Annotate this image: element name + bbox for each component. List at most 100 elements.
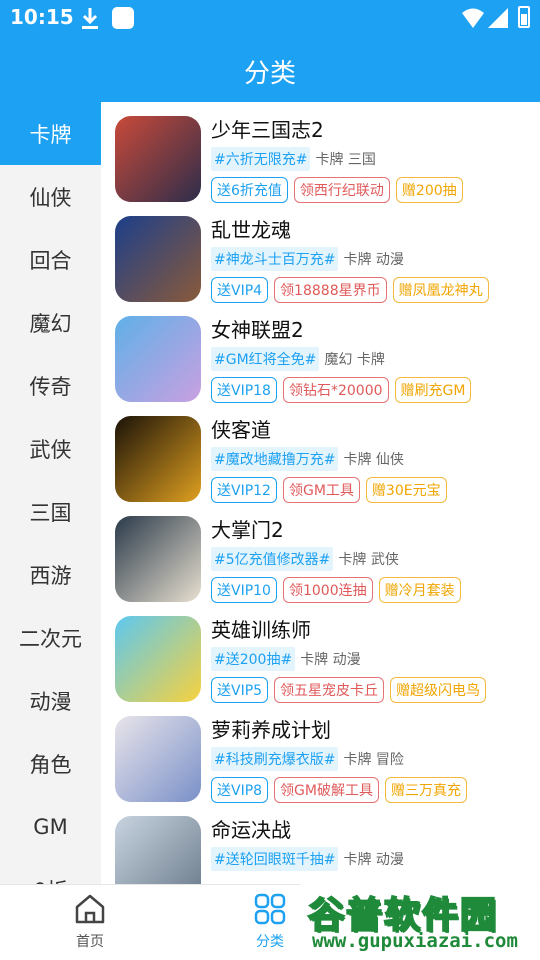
game-meta: #GM红将全免# 魔幻 卡牌 <box>211 347 385 371</box>
game-badge: 领钻石*20000 <box>282 377 389 403</box>
game-genre: 卡牌 动漫 <box>343 852 404 868</box>
game-meta: #魔改地藏撸万充# 卡牌 仙侠 <box>211 447 404 471</box>
sidebar-item[interactable]: 传奇 <box>0 354 101 417</box>
game-badges: 送VIP12 领GM工具 赠30E元宝 <box>211 477 453 503</box>
game-genre: 卡牌 三国 <box>315 152 376 168</box>
game-badges: 送VIP4 领18888星界币 赠凤凰龙神丸 <box>211 277 495 303</box>
sidebar-item[interactable]: 卡牌 <box>0 102 101 165</box>
status-bar: 10:15 <box>0 0 540 36</box>
game-meta: #科技刷充爆衣版# 卡牌 冒险 <box>211 747 404 771</box>
game-row[interactable]: 英雄训练师 #送200抽# 卡牌 动漫送VIP5 领五星宠皮卡丘 赠超级闪电鸟 <box>101 602 540 703</box>
game-icon[interactable] <box>115 516 201 602</box>
game-icon[interactable] <box>115 616 201 702</box>
game-promo: #GM红将全免# <box>211 347 320 371</box>
nav-home-label: 首页 <box>76 934 104 950</box>
game-badges: 送6折充值 领西行纪联动 赠200抽 <box>211 177 469 203</box>
game-genre: 卡牌 仙侠 <box>343 452 404 468</box>
title-bar: 分类 <box>0 36 540 102</box>
game-row[interactable]: 女神联盟2 #GM红将全免# 魔幻 卡牌 送VIP18 领钻石*20000 赠刷充GM <box>101 302 540 403</box>
game-icon[interactable] <box>115 316 201 402</box>
game-genre: 卡牌 动漫 <box>343 252 404 268</box>
wifi-icon <box>462 8 484 28</box>
game-badge: 赠刷充GM <box>394 377 472 403</box>
game-badge: 送VIP5 <box>211 677 269 703</box>
game-badge: 送VIP8 <box>211 777 269 803</box>
game-genre: 魔幻 卡牌 <box>324 352 385 368</box>
sidebar-item[interactable]: 角色 <box>0 732 101 795</box>
game-name: 命运决战 <box>211 818 291 842</box>
game-icon[interactable] <box>115 216 201 302</box>
game-badge: 赠200抽 <box>395 177 463 203</box>
sidebar-item[interactable]: 三国 <box>0 480 101 543</box>
game-badge: 送VIP12 <box>211 477 277 503</box>
sidebar-item[interactable]: 武侠 <box>0 417 101 480</box>
game-badge: 赠冷月套装 <box>378 577 461 603</box>
sidebar-item[interactable]: 西游 <box>0 543 101 606</box>
game-promo: #神龙斗士百万充# <box>211 247 339 271</box>
game-icon[interactable] <box>115 416 201 502</box>
game-name: 少年三国志2 <box>211 118 324 142</box>
page-title: 分类 <box>243 59 296 89</box>
game-row[interactable]: 命运决战 #送轮回眼斑千抽# 卡牌 动漫 <box>101 802 540 884</box>
game-badge: 领1000连抽 <box>282 577 373 603</box>
game-badge: 送VIP18 <box>211 377 277 403</box>
game-name: 大掌门2 <box>211 518 284 542</box>
game-icon[interactable] <box>115 716 201 802</box>
grid-icon <box>254 893 286 925</box>
sidebar-item[interactable]: 动漫 <box>0 669 101 732</box>
game-row[interactable]: 乱世龙魂 #神龙斗士百万充# 卡牌 动漫送VIP4 领18888星界币 赠凤凰龙神丸 <box>101 202 540 303</box>
game-badges: 送VIP8 领GM破解工具 赠三万真充 <box>211 777 473 803</box>
game-name: 女神联盟2 <box>211 318 304 342</box>
nav-category-label: 分类 <box>256 934 284 950</box>
game-promo: #魔改地藏撸万充# <box>211 447 339 471</box>
game-badges: 送VIP10 领1000连抽 赠冷月套装 <box>211 577 467 603</box>
game-row[interactable]: 大掌门2 #5亿充值修改器# 卡牌 武侠 送VIP10 领1000连抽 赠冷月套装 <box>101 502 540 603</box>
game-promo: #送轮回眼斑千抽# <box>211 847 339 871</box>
game-badge: 领GM工具 <box>282 477 360 503</box>
download-icon <box>82 8 98 29</box>
game-badges: 送VIP5 领五星宠皮卡丘 赠超级闪电鸟 <box>211 677 492 703</box>
game-icon[interactable] <box>115 116 201 202</box>
game-badge: 送VIP4 <box>211 277 269 303</box>
game-row[interactable]: 萝莉养成计划 #科技刷充爆衣版# 卡牌 冒险送VIP8 领GM破解工具 赠三万真充 <box>101 702 540 803</box>
game-badge: 送VIP10 <box>211 577 277 603</box>
game-name: 侠客道 <box>211 418 271 442</box>
signal-icon <box>488 8 508 28</box>
game-meta: #5亿充值修改器# 卡牌 武侠 <box>211 547 399 571</box>
game-genre: 卡牌 冒险 <box>343 752 404 768</box>
home-icon <box>75 894 105 924</box>
game-badge: 赠三万真充 <box>385 777 467 803</box>
game-promo: #送200抽# <box>211 647 296 671</box>
battery-icon <box>518 6 530 28</box>
game-list[interactable]: 少年三国志2 #六折无限充# 卡牌 三国送6折充值 领西行纪联动 赠200抽 乱世龙魂 #神… <box>101 102 540 884</box>
game-name: 英雄训练师 <box>211 618 311 642</box>
sidebar-item[interactable]: 仙侠 <box>0 165 101 228</box>
game-name: 萝莉养成计划 <box>211 718 331 742</box>
sidebar-item[interactable]: 回合 <box>0 228 101 291</box>
nav-category[interactable]: 分类 <box>230 893 310 951</box>
game-badges: 送VIP18 领钻石*20000 赠刷充GM <box>211 377 477 403</box>
game-meta: #六折无限充# 卡牌 三国 <box>211 147 376 171</box>
sidebar-item[interactable]: 0折 <box>0 858 101 885</box>
watermark: 谷普软件园 www.gupuxiazai.com <box>300 884 540 960</box>
sidebar-item[interactable]: GM <box>0 795 101 858</box>
sidebar-item[interactable]: 魔幻 <box>0 291 101 354</box>
game-row[interactable]: 少年三国志2 #六折无限充# 卡牌 三国送6折充值 领西行纪联动 赠200抽 <box>101 102 540 203</box>
game-promo: #5亿充值修改器# <box>211 547 334 571</box>
game-badge: 送6折充值 <box>211 177 288 203</box>
game-row[interactable]: 侠客道 #魔改地藏撸万充# 卡牌 仙侠 送VIP12 领GM工具 赠30E元宝 <box>101 402 540 503</box>
notification-icon <box>112 7 134 29</box>
watermark-url: www.gupuxiazai.com <box>312 930 518 952</box>
game-meta: #送轮回眼斑千抽# 卡牌 动漫 <box>211 847 404 871</box>
nav-home[interactable]: 首页 <box>50 893 130 951</box>
game-icon[interactable] <box>115 816 201 884</box>
sidebar-item[interactable]: 二次元 <box>0 606 101 669</box>
game-genre: 卡牌 武侠 <box>338 552 399 568</box>
game-name: 乱世龙魂 <box>211 218 291 242</box>
status-time: 10:15 <box>10 5 74 29</box>
game-badge: 领18888星界币 <box>274 277 387 303</box>
game-genre: 卡牌 动漫 <box>300 652 361 668</box>
game-meta: #送200抽# 卡牌 动漫 <box>211 647 361 671</box>
game-badge: 赠30E元宝 <box>365 477 447 503</box>
game-badge: 赠凤凰龙神丸 <box>392 277 489 303</box>
